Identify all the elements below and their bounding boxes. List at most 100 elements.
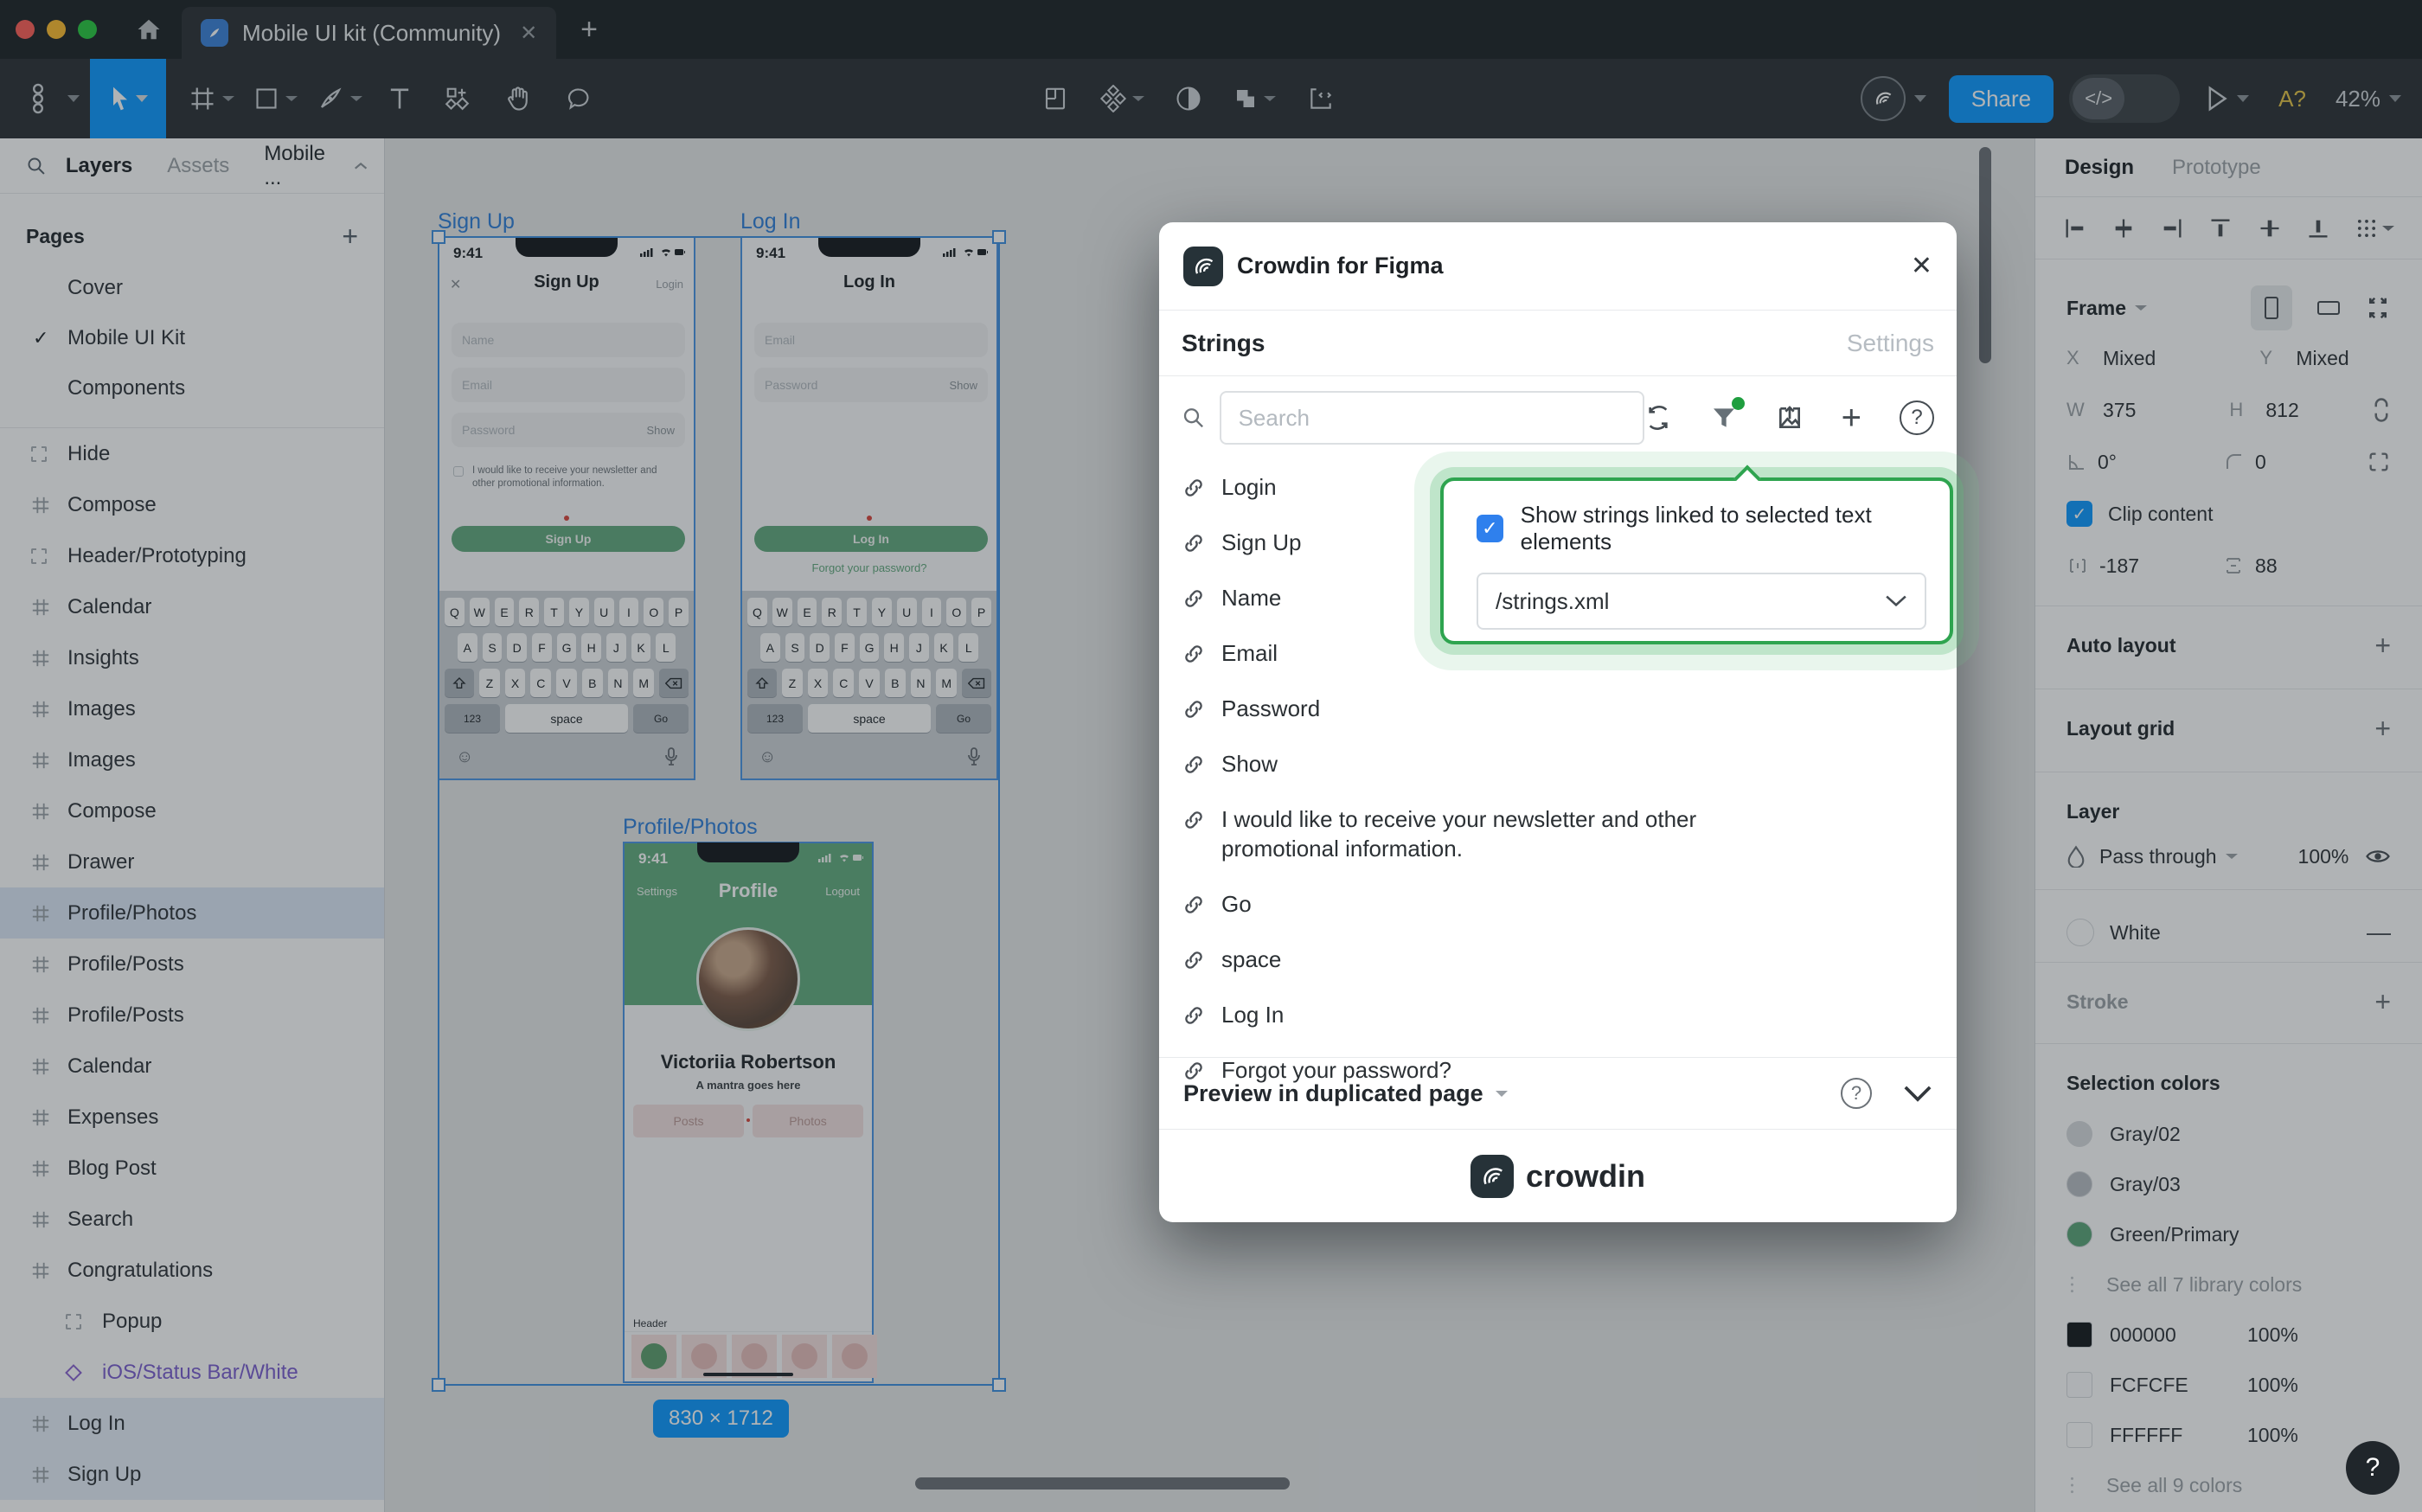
w-value[interactable]: 375 [2103,399,2136,422]
layer-item[interactable]: Sign Up [0,1449,384,1500]
layer-item[interactable]: Log In [0,1398,384,1449]
layer-item[interactable]: Drawer [0,836,384,887]
align-right-icon[interactable] [2160,216,2184,240]
string-item[interactable]: Show [1159,736,1957,791]
resize-to-fit-icon[interactable] [2365,295,2391,321]
layer-item[interactable]: Hide [0,428,384,479]
frame-chevron-icon[interactable] [2135,305,2147,311]
portrait-button[interactable] [2251,285,2292,330]
visibility-eye-icon[interactable] [2365,847,2391,866]
selection-color-item[interactable]: FCFCFE100% [2035,1360,2422,1410]
file-select[interactable]: /strings.xml [1477,573,1926,630]
signup-frame[interactable]: 9:41 ✕ Sign Up Login Name Email Password… [438,236,695,780]
vertical-gap-value[interactable]: 88 [2255,554,2278,578]
actions-tool-button[interactable] [427,59,488,138]
tab-design[interactable]: Design [2065,156,2134,180]
string-item[interactable]: Password [1159,681,1957,736]
clip-content-row[interactable]: ✓ Clip content [2035,488,2422,540]
layer-item[interactable]: Calendar [0,581,384,632]
tab-settings[interactable]: Settings [1847,330,1934,357]
frame-label-login[interactable]: Log In [740,209,801,234]
string-item[interactable]: I would like to receive your newsletter … [1159,791,1957,876]
see-all-colors-link[interactable]: See all 7 library colors [2035,1259,2422,1310]
layer-item[interactable]: Expenses [0,1092,384,1143]
constrain-proportions-icon[interactable] [2372,397,2391,423]
remove-fill-button[interactable]: — [2367,919,2391,946]
horizontal-gap-value[interactable]: -187 [2099,554,2139,578]
add-string-button[interactable]: + [1842,405,1861,431]
upload-icon[interactable] [1776,404,1804,432]
layout-icon[interactable] [1042,86,1068,112]
close-window-button[interactable] [16,20,35,39]
frame-label-profile[interactable]: Profile/Photos [623,815,758,840]
new-tab-button[interactable]: + [580,13,598,47]
fill-row[interactable]: White — [2035,907,2422,958]
layer-item[interactable]: Popup [0,1296,384,1347]
x-value[interactable]: Mixed [2103,347,2156,370]
layer-item[interactable]: Profile/Posts [0,939,384,990]
align-v-center-icon[interactable] [2258,216,2282,240]
y-value[interactable]: Mixed [2296,347,2348,370]
profile-frame[interactable]: 9:41 Settings Logout Profile Victoriia R… [623,842,874,1383]
main-menu-button[interactable] [16,59,61,138]
fill-swatch[interactable] [2066,919,2094,946]
layer-item[interactable]: Search [0,1194,384,1245]
hand-tool-button[interactable] [488,59,548,138]
share-button[interactable]: Share [1949,75,2054,123]
distribute-menu[interactable] [2355,216,2394,240]
tab-assets[interactable]: Assets [167,154,229,178]
add-auto-layout-button[interactable]: + [2374,630,2391,662]
avatar-chevron-icon[interactable] [1914,95,1926,102]
layer-item[interactable]: Calendar [0,1041,384,1092]
opacity-value[interactable]: 100% [2298,845,2349,868]
comment-tool-button[interactable] [548,59,609,138]
string-item[interactable]: Go [1159,876,1957,932]
page-item[interactable]: ✓Mobile UI Kit [0,313,384,363]
blend-mode-icon[interactable] [2066,845,2086,868]
selection-handle[interactable] [432,1378,445,1392]
layer-item[interactable]: Congratulations [0,1245,384,1296]
filter-button[interactable] [1710,404,1738,432]
layer-item[interactable]: Insights [0,632,384,683]
layer-item[interactable]: iOS/Status Bar/White [0,1347,384,1398]
layer-item[interactable]: Header/Prototyping [0,530,384,581]
align-left-icon[interactable] [2063,216,2087,240]
page-switcher[interactable]: Mobile ... [264,142,368,190]
shape-tool-button[interactable] [244,59,308,138]
selection-color-item[interactable]: Gray/02 [2035,1109,2422,1159]
frame-preset-label[interactable]: Frame [2066,297,2126,320]
horizontal-scrollbar[interactable] [915,1477,1290,1490]
menu-chevron-icon[interactable] [67,95,80,102]
search-icon[interactable] [26,155,47,177]
preview-chevron-icon[interactable] [1496,1091,1508,1097]
layer-item[interactable]: Compose [0,479,384,530]
dev-resources-icon[interactable] [1307,85,1335,112]
tab-strings[interactable]: Strings [1182,330,1265,357]
help-button[interactable]: ? [1900,400,1934,435]
zoom-window-button[interactable] [78,20,97,39]
pen-tool-button[interactable] [308,59,372,138]
text-tool-button[interactable] [372,59,427,138]
add-stroke-button[interactable]: + [2374,986,2391,1018]
show-linked-checkbox[interactable]: ✓ [1477,515,1503,542]
selection-color-item[interactable]: 000000100% [2035,1310,2422,1360]
modal-close-icon[interactable]: ✕ [1911,251,1932,281]
layer-item[interactable]: Compose [0,785,384,836]
rotation-value[interactable]: 0° [2098,451,2117,474]
clip-content-checkbox[interactable]: ✓ [2066,501,2092,527]
page-item[interactable]: Cover [0,263,384,313]
layer-item[interactable]: Profile/Photos [0,887,384,939]
string-item[interactable]: Log In [1159,987,1957,1042]
home-button[interactable] [125,7,173,52]
document-tab[interactable]: Mobile UI kit (Community) ✕ [182,7,556,59]
sync-icon[interactable] [1644,404,1672,432]
corner-radius-value[interactable]: 0 [2255,451,2266,474]
h-value[interactable]: 812 [2265,399,2298,422]
add-page-button[interactable]: + [342,221,358,253]
selection-color-item[interactable]: Gray/03 [2035,1159,2422,1209]
mask-icon[interactable] [1176,86,1201,112]
preview-help-button[interactable]: ? [1841,1078,1872,1109]
missing-font-badge[interactable]: A? [2278,86,2306,112]
frame-label-signup[interactable]: Sign Up [438,209,515,234]
tab-close-icon[interactable]: ✕ [520,21,537,46]
